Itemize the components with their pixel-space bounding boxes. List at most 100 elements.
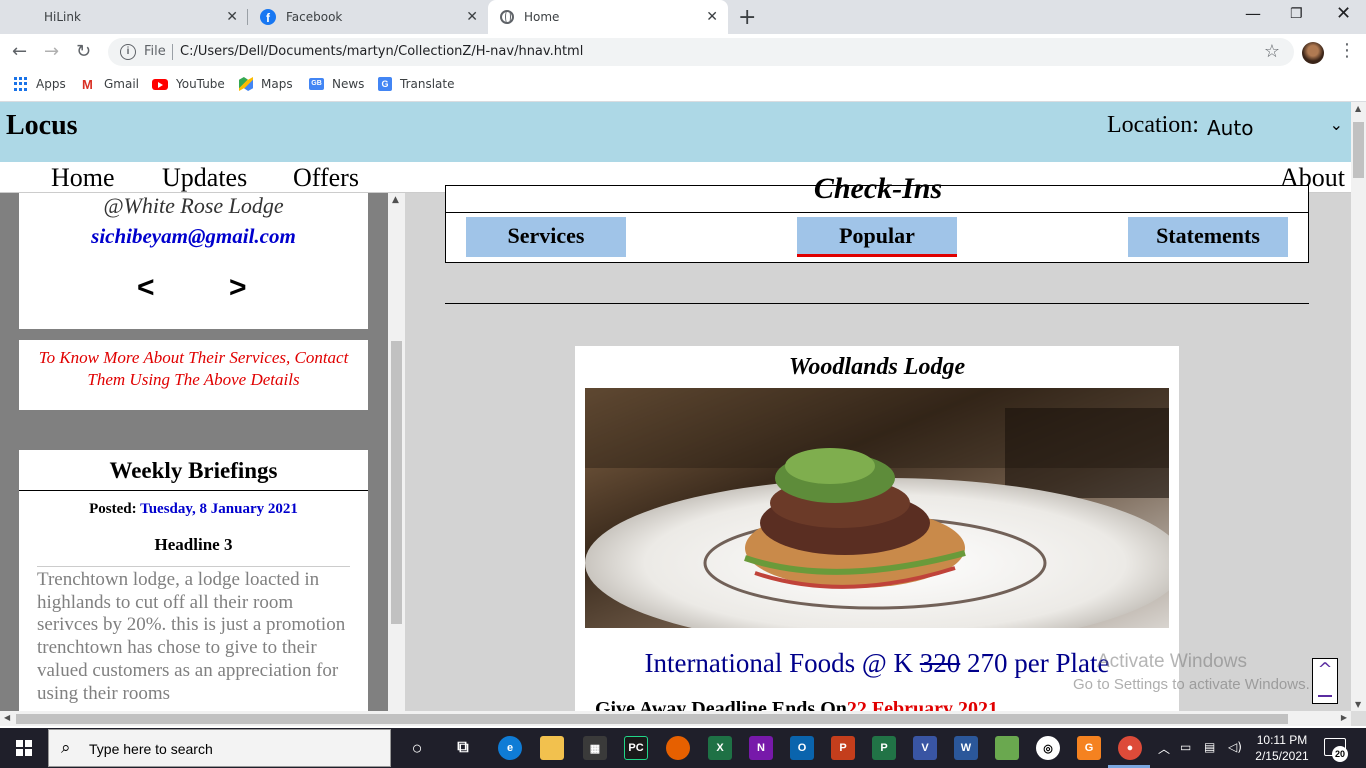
close-icon[interactable]: ✕ [706, 9, 718, 25]
outlook-icon[interactable]: O [790, 736, 814, 760]
info-icon[interactable]: i [120, 44, 136, 60]
nav-updates[interactable]: Updates [162, 163, 247, 193]
location-select[interactable]: Auto ⌄ [1207, 115, 1347, 141]
file-explorer-icon[interactable] [540, 736, 564, 760]
next-button[interactable]: > [229, 271, 247, 305]
scroll-right-icon[interactable]: ▶ [1341, 713, 1347, 722]
bookmark-label: Translate [400, 77, 455, 91]
page-vertical-scrollbar[interactable]: ▲ ▼ [1351, 102, 1366, 711]
apps-icon [14, 77, 28, 91]
bookmark-gmail[interactable]: M Gmail [82, 77, 139, 92]
lodge-card: Woodlands Lodge International Foods @ K … [575, 346, 1179, 726]
tray-expand-icon[interactable]: ︿ [1158, 740, 1170, 757]
bookmark-star-icon[interactable]: ☆ [1264, 41, 1280, 62]
firefox-icon[interactable] [666, 736, 690, 760]
bookmark-news[interactable]: GB News [309, 77, 364, 91]
powerpoint-icon[interactable]: P [831, 736, 855, 760]
tab-statements[interactable]: Statements [1128, 217, 1288, 257]
pycharm-icon[interactable]: PC [624, 736, 648, 760]
site-logo[interactable]: Locus [6, 110, 78, 142]
search-icon: ⌕ [61, 738, 71, 758]
bookmark-maps[interactable]: Maps [239, 77, 293, 91]
scroll-up-icon[interactable]: ▲ [1355, 104, 1361, 113]
lodge-name: @White Rose Lodge [103, 193, 284, 218]
bookmark-apps[interactable]: Apps [14, 77, 66, 91]
food-dish-image [585, 388, 1169, 628]
divider [446, 212, 1308, 213]
scrollbar-thumb[interactable] [391, 341, 402, 624]
network-icon[interactable]: ▤ [1204, 740, 1215, 754]
menu-icon[interactable]: ⋮ [1338, 40, 1356, 61]
task-view-icon[interactable]: ⧉ [451, 736, 475, 760]
youtube-icon [152, 78, 168, 90]
close-icon[interactable]: ✕ [226, 9, 238, 25]
excel-icon[interactable]: X [708, 736, 732, 760]
forward-icon[interactable]: → [44, 41, 59, 62]
sidebar-scrollbar[interactable]: ▲ [388, 193, 405, 726]
scrollbar-thumb[interactable] [1353, 122, 1364, 178]
profile-avatar[interactable] [1302, 42, 1324, 64]
layers-app-icon[interactable] [995, 736, 1019, 760]
restore-icon[interactable]: ❐ [1290, 6, 1303, 22]
clock-time: 10:11 PM [1256, 733, 1308, 747]
page-horizontal-scrollbar[interactable]: ◀ ▶ [0, 711, 1351, 726]
facebook-icon: f [260, 9, 276, 25]
contact-email-link[interactable]: sichibeyam@gmail.com [19, 224, 368, 249]
back-to-top-button[interactable]: ^ [1312, 658, 1338, 704]
bookmark-label: Maps [261, 77, 293, 91]
scroll-left-icon[interactable]: ◀ [4, 713, 10, 722]
pdf-app-icon[interactable]: G [1077, 736, 1101, 760]
store-icon[interactable]: ▦ [583, 736, 607, 760]
prev-button[interactable]: < [137, 271, 155, 305]
posted-label: Posted: [89, 501, 137, 517]
bookmark-youtube[interactable]: YouTube [152, 77, 225, 91]
reload-icon[interactable]: ↻ [76, 41, 91, 62]
offer-text: International Foods @ K 320 270 per Plat… [575, 648, 1179, 679]
edge-icon[interactable]: e [498, 736, 522, 760]
system-clock[interactable]: 10:11 PM 2/15/2021 [1252, 732, 1312, 764]
nav-home[interactable]: Home [51, 163, 115, 193]
windows-start-icon[interactable] [16, 740, 32, 756]
posted-line: Posted: Tuesday, 8 January 2021 [19, 501, 368, 518]
divider [19, 490, 368, 491]
tab-hilink[interactable]: HiLink ✕ [0, 0, 248, 34]
cortana-icon[interactable]: ○ [405, 736, 429, 760]
checkins-panel: Check-Ins Services Popular Statements [445, 172, 1309, 263]
settings-ring-icon[interactable]: ◎ [1036, 736, 1060, 760]
volume-icon[interactable]: ◁) [1228, 740, 1242, 754]
briefing-body: Trenchtown lodge, a lodge loacted in hig… [37, 569, 346, 704]
posted-date: Tuesday, 8 January 2021 [140, 501, 298, 517]
old-price: 320 [919, 648, 961, 678]
location-label: Location: [1107, 112, 1199, 138]
scroll-up-icon[interactable]: ▲ [392, 195, 399, 205]
site-header: Locus Location: Auto ⌄ [0, 102, 1351, 162]
close-window-icon[interactable]: ✕ [1336, 3, 1351, 24]
back-icon[interactable]: ← [12, 41, 27, 62]
word-icon[interactable]: W [954, 736, 978, 760]
tab-facebook[interactable]: f Facebook ✕ [248, 0, 488, 34]
scroll-down-icon[interactable]: ▼ [1355, 700, 1361, 709]
project-icon[interactable]: P [872, 736, 896, 760]
onenote-icon[interactable]: N [749, 736, 773, 760]
minimize-icon[interactable]: — [1245, 4, 1261, 23]
scrollbar-thumb[interactable] [16, 714, 1288, 724]
tab-popular[interactable]: Popular [797, 217, 957, 257]
translate-icon: G [378, 77, 392, 91]
close-icon[interactable]: ✕ [466, 9, 478, 25]
tab-services[interactable]: Services [466, 217, 626, 257]
section-title: Check-Ins [813, 172, 943, 205]
address-bar[interactable]: i File C:/Users/Dell/Documents/martyn/Co… [108, 38, 1294, 66]
tab-label: Facebook [286, 10, 343, 24]
tab-home[interactable]: Home ✕ [488, 0, 728, 34]
new-tab-icon[interactable]: + [738, 5, 756, 30]
url-text[interactable]: C:/Users/Dell/Documents/martyn/Collectio… [180, 44, 583, 59]
weekly-briefings-card: Weekly Briefings Posted: Tuesday, 8 Janu… [19, 450, 368, 726]
chrome-icon[interactable]: ● [1118, 736, 1142, 760]
location-value: Auto [1207, 116, 1254, 140]
gmail-icon: M [82, 77, 93, 92]
taskbar-search[interactable]: ⌕ Type here to search [48, 729, 391, 767]
visio-icon[interactable]: V [913, 736, 937, 760]
nav-offers[interactable]: Offers [293, 163, 359, 193]
bookmark-translate[interactable]: G Translate [378, 77, 455, 91]
battery-icon[interactable]: ▭ [1180, 740, 1191, 754]
